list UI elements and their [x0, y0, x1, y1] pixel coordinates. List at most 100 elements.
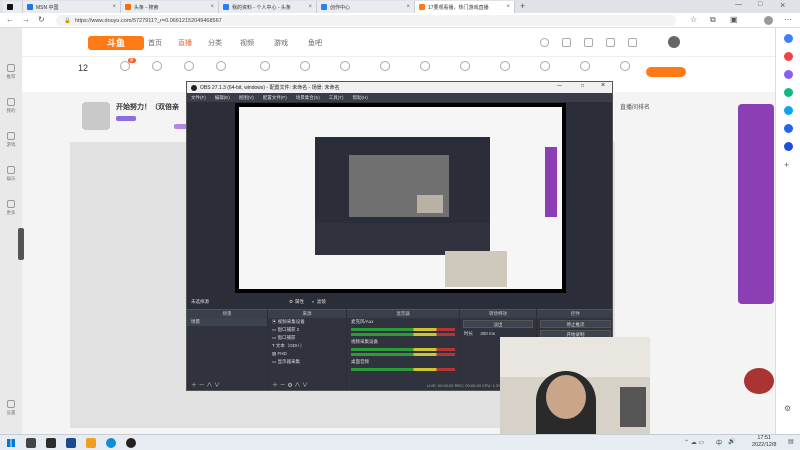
obs-icon[interactable]: [126, 438, 136, 448]
tools-icon[interactable]: [784, 70, 793, 79]
steam-icon[interactable]: [66, 438, 76, 448]
nav-fishbar[interactable]: 鱼吧: [308, 38, 322, 48]
rail-item[interactable]: 娱乐: [3, 166, 19, 182]
close-icon[interactable]: ×: [210, 4, 214, 10]
refresh-icon[interactable]: ↻: [38, 15, 45, 24]
rail-item[interactable]: 推荐: [3, 64, 19, 80]
action-icon[interactable]: [142, 61, 172, 74]
search-icon[interactable]: [540, 38, 549, 47]
filters-button[interactable]: ◐ 滤镜: [312, 299, 326, 305]
source-item[interactable]: ▣ 视频采集设备: [268, 318, 346, 326]
nav-home[interactable]: 首页: [148, 38, 162, 48]
clock[interactable]: 17:51 2022/12/8: [752, 435, 776, 449]
action-icon[interactable]: [570, 61, 600, 74]
nav-category[interactable]: 分类: [208, 38, 222, 48]
close-icon[interactable]: ×: [406, 4, 410, 10]
action-icon[interactable]: [250, 61, 280, 74]
stop-streaming-button[interactable]: 停止推流: [540, 320, 611, 328]
browser-tab-creator[interactable]: 创作中心 ×: [317, 1, 415, 13]
close-icon[interactable]: ×: [112, 4, 116, 10]
search-icon[interactable]: [784, 34, 793, 43]
obs-minimize-button[interactable]: —: [557, 83, 562, 89]
edge-icon[interactable]: [106, 438, 116, 448]
office-icon[interactable]: [784, 124, 793, 133]
menu-tools[interactable]: 工具(T): [329, 95, 344, 101]
event-banner[interactable]: [738, 104, 774, 304]
action-icon[interactable]: [290, 61, 320, 74]
source-item[interactable]: ▭ 窗口捕获 2: [268, 326, 346, 334]
browser-tab-msn[interactable]: MSN 中国 ×: [23, 1, 121, 13]
collections-icon[interactable]: ▣: [730, 15, 738, 24]
obs-close-button[interactable]: ×: [601, 82, 605, 89]
action-icon[interactable]: 新: [110, 58, 140, 74]
nav-video[interactable]: 视频: [240, 38, 254, 48]
browser-tab-search[interactable]: 头条 - 搜索 ×: [121, 1, 219, 13]
menu-view[interactable]: 视图(V): [239, 95, 254, 101]
menu-help[interactable]: 帮助(H): [353, 95, 368, 101]
rail-toggle[interactable]: [18, 228, 24, 260]
add-icon[interactable]: +: [784, 160, 789, 170]
outlook-icon[interactable]: [784, 106, 793, 115]
avatar[interactable]: [764, 16, 773, 25]
action-icon[interactable]: [410, 61, 440, 74]
action-icon[interactable]: [450, 61, 480, 74]
browser-logo-icon[interactable]: [3, 1, 23, 13]
rail-item[interactable]: 设置: [3, 400, 19, 416]
follow-icon[interactable]: [584, 38, 593, 47]
maximize-button[interactable]: □: [758, 1, 762, 8]
source-item[interactable]: ▨ FHD: [268, 350, 346, 358]
address-bar[interactable]: 🔒 https://www.douyu.com/5727911?_r=0.066…: [56, 15, 676, 26]
transition-select[interactable]: 淡出: [463, 320, 533, 328]
rail-item[interactable]: 更多: [3, 200, 19, 216]
start-button[interactable]: [7, 439, 15, 447]
action-icon[interactable]: [530, 61, 560, 74]
menu-scene-collection[interactable]: 场景集合(S): [296, 95, 320, 101]
browser-tab-douyu[interactable]: 17要观看播，热门游戏直播 ×: [415, 1, 515, 13]
source-controls[interactable]: ＋ － ⚙ ∧ ∨: [272, 380, 308, 389]
source-item[interactable]: ▭ 显示器采集: [268, 358, 346, 366]
action-icon[interactable]: [370, 61, 400, 74]
duration-input[interactable]: 300 ms: [480, 331, 495, 336]
back-icon[interactable]: ←: [6, 15, 14, 24]
source-item[interactable]: T 文本（GDI+）: [268, 342, 346, 350]
volume-icon[interactable]: 🔊: [728, 438, 735, 445]
menu-profile[interactable]: 配置文件(P): [263, 95, 287, 101]
nav-game[interactable]: 游戏: [274, 38, 288, 48]
scene-controls[interactable]: ＋ － ∧ ∨: [191, 380, 220, 389]
obs-maximize-button[interactable]: □: [581, 83, 584, 89]
scene-item[interactable]: 场景: [187, 318, 267, 326]
douyu-logo[interactable]: 斗鱼: [88, 36, 144, 50]
menu-file[interactable]: 文件(F): [191, 95, 206, 101]
close-icon[interactable]: ×: [308, 4, 312, 10]
properties-button[interactable]: ⚙ 属性: [289, 299, 304, 305]
nav-live[interactable]: 直播: [178, 38, 192, 48]
browser-tab-profile[interactable]: 我的资料 - 个人中心 - 头条 ×: [219, 1, 317, 13]
more-icon[interactable]: ⋯: [784, 15, 792, 24]
games-icon[interactable]: [784, 88, 793, 97]
history-icon[interactable]: [562, 38, 571, 47]
shopping-icon[interactable]: [784, 52, 793, 61]
rail-item[interactable]: 我的: [3, 98, 19, 114]
source-item[interactable]: ▭ 窗口捕获: [268, 334, 346, 342]
new-tab-button[interactable]: +: [520, 1, 525, 11]
input-language[interactable]: 中: [716, 438, 722, 447]
send-icon[interactable]: [784, 142, 793, 151]
settings-icon[interactable]: ⚙: [784, 404, 791, 413]
streamer-avatar[interactable]: [82, 102, 110, 130]
extensions-icon[interactable]: ⧉: [710, 15, 716, 25]
close-icon[interactable]: ×: [506, 4, 510, 10]
action-icon[interactable]: [490, 61, 520, 74]
star-icon[interactable]: ☆: [690, 15, 697, 24]
steam-icon[interactable]: [46, 438, 56, 448]
obs-preview[interactable]: [235, 103, 566, 293]
menu-edit[interactable]: 编辑(E): [215, 95, 230, 101]
action-icon[interactable]: [174, 61, 204, 74]
app-icon[interactable]: [86, 438, 96, 448]
rail-item[interactable]: 游戏: [3, 132, 19, 148]
action-icon[interactable]: [330, 61, 360, 74]
minimize-button[interactable]: —: [735, 1, 742, 8]
tray-icons[interactable]: ⌃ ☁ ▭: [684, 439, 704, 446]
close-window-button[interactable]: ×: [780, 0, 785, 10]
action-icon[interactable]: [206, 61, 236, 74]
notification-icon[interactable]: ▤: [788, 438, 794, 445]
